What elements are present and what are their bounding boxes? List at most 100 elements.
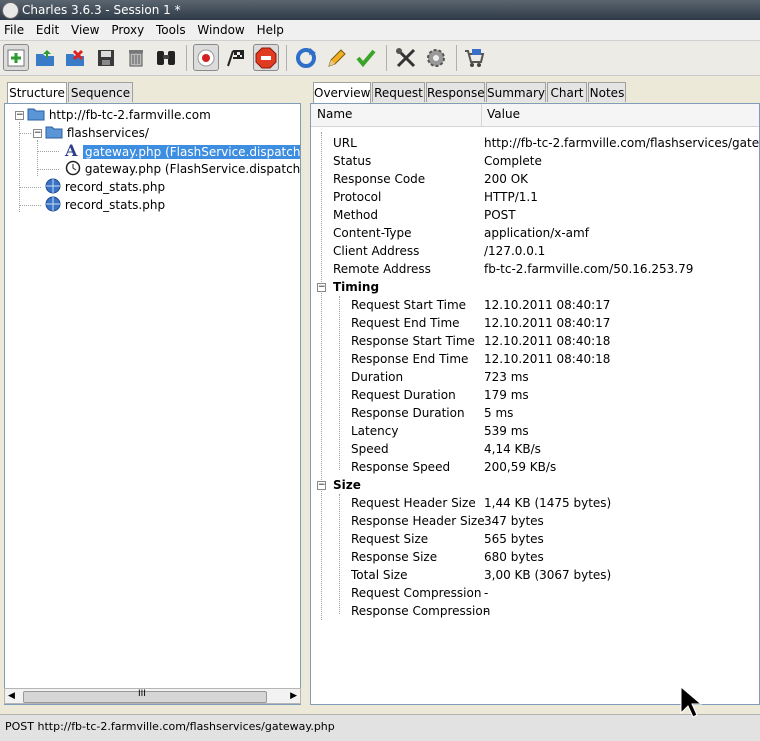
toolbar-separator (286, 45, 287, 71)
table-row[interactable]: Response Compression - (311, 602, 759, 620)
group-row-size[interactable]: Size (311, 476, 759, 494)
menu-view[interactable]: View (67, 20, 103, 40)
table-row[interactable]: Request Header Size 1,44 KB (1475 bytes) (311, 494, 759, 512)
table-row[interactable]: Request End Time 12.10.2011 08:40:17 (311, 314, 759, 332)
find-button[interactable] (153, 44, 179, 71)
save-icon (98, 49, 114, 66)
table-row[interactable]: Content-Type application/x-amf (311, 224, 759, 242)
row-value: 723 ms (484, 370, 529, 384)
tree-collapse-toggle[interactable]: − (33, 129, 42, 138)
row-name: Content-Type (333, 226, 412, 240)
scroll-right-arrow-icon[interactable]: ▶ (290, 689, 297, 703)
toolbar (0, 41, 760, 76)
new-session-button[interactable] (3, 44, 29, 71)
throttle-button[interactable] (223, 44, 249, 71)
menu-window[interactable]: Window (193, 20, 248, 40)
settings-button[interactable] (423, 44, 449, 71)
row-value: application/x-amf (484, 226, 589, 240)
table-row[interactable]: Response Start Time 12.10.2011 08:40:18 (311, 332, 759, 350)
table-row[interactable]: Response Code 200 OK (311, 170, 759, 188)
row-name: Response End Time (351, 352, 469, 366)
text-icon: A (65, 141, 78, 160)
tab-chart[interactable]: Chart (547, 82, 587, 102)
shopping-cart-button[interactable] (461, 44, 487, 71)
tree-guide (19, 133, 31, 134)
row-value: 179 ms (484, 388, 529, 402)
table-row[interactable]: Duration 723 ms (311, 368, 759, 386)
table-row[interactable]: Response Duration 5 ms (311, 404, 759, 422)
menu-proxy[interactable]: Proxy (107, 20, 148, 40)
table-row[interactable]: Request Compression - (311, 584, 759, 602)
toolbar-separator (456, 45, 457, 71)
table-row[interactable]: Response Speed 200,59 KB/s (311, 458, 759, 476)
tree-item-record-stats[interactable]: record_stats.php (45, 178, 165, 196)
tree-host-node[interactable]: http://fb-tc-2.farmville.com (27, 106, 211, 124)
tab-overview[interactable]: Overview (313, 82, 371, 103)
tree-guide (19, 122, 20, 212)
row-name: Response Header Size (351, 514, 485, 528)
validate-button[interactable] (353, 44, 379, 71)
tree-item-gateway-selected[interactable]: Agateway.php (FlashService.dispatchBatch… (65, 141, 300, 160)
repeat-button[interactable] (293, 44, 319, 71)
table-row[interactable]: Method POST (311, 206, 759, 224)
row-name: Response Compression (351, 604, 491, 618)
group-row-timing[interactable]: Timing (311, 278, 759, 296)
tree-collapse-toggle[interactable]: − (15, 111, 24, 120)
tools-button[interactable] (393, 44, 419, 71)
row-name: Response Duration (351, 406, 465, 420)
tree-host-label: http://fb-tc-2.farmville.com (48, 108, 211, 122)
column-header-value[interactable]: Value (487, 107, 520, 121)
row-value: 200,59 KB/s (484, 460, 557, 474)
menu-file[interactable]: File (0, 20, 28, 40)
clock-icon (65, 160, 81, 176)
table-row[interactable]: Request Size 565 bytes (311, 530, 759, 548)
table-row[interactable]: Request Start Time 12.10.2011 08:40:17 (311, 296, 759, 314)
open-button[interactable] (33, 44, 59, 71)
row-name: Response Start Time (351, 334, 475, 348)
menu-tools[interactable]: Tools (152, 20, 190, 40)
table-row[interactable]: Status Complete (311, 152, 759, 170)
tree-horizontal-scrollbar[interactable]: ◀ III ▶ (4, 688, 301, 704)
menu-help[interactable]: Help (253, 20, 288, 40)
open-icon (36, 49, 54, 66)
tree-item-record-stats[interactable]: record_stats.php (45, 196, 165, 214)
clear-button[interactable] (123, 44, 149, 71)
scrollbar-thumb[interactable]: III (23, 689, 267, 703)
shopping-cart-icon (465, 48, 485, 67)
row-name: Protocol (333, 190, 382, 204)
column-header-name[interactable]: Name (317, 107, 352, 121)
row-name: Request Size (351, 532, 429, 546)
edit-button[interactable] (323, 44, 349, 71)
table-row[interactable]: Total Size 3,00 KB (3067 bytes) (311, 566, 759, 584)
table-row[interactable]: Response Header Size 347 bytes (311, 512, 759, 530)
breakpoints-button[interactable] (253, 44, 279, 71)
menu-edit[interactable]: Edit (32, 20, 63, 40)
table-row[interactable]: URL http://fb-tc-2.farmville.com/flashser… (311, 134, 759, 152)
new-session-icon (7, 49, 25, 66)
row-name: Response Size (351, 550, 438, 564)
table-row[interactable]: Client Address/127.0.0.1 (311, 242, 759, 260)
row-value: - (484, 604, 489, 618)
tab-request[interactable]: Request (372, 82, 425, 102)
scroll-left-arrow-icon[interactable]: ◀ (8, 689, 15, 703)
tree-folder-node[interactable]: flashservices/ (45, 124, 149, 142)
close-session-button[interactable] (63, 44, 89, 71)
tree-item-gateway[interactable]: gateway.php (FlashService.dispatchBatch) (65, 160, 300, 178)
tab-summary[interactable]: Summary (486, 82, 546, 102)
table-row[interactable]: Response End Time 12.10.2011 08:40:18 (311, 350, 759, 368)
table-row[interactable]: Protocol HTTP/1.1 (311, 188, 759, 206)
table-row[interactable]: Remote Address fb-tc-2.farmville.com/50.1… (311, 260, 759, 278)
structure-tree: − http://fb-tc-2.farmville.com − flashse… (4, 103, 301, 705)
column-divider[interactable] (481, 104, 482, 126)
table-row[interactable]: Latency 539 ms (311, 422, 759, 440)
tab-notes[interactable]: Notes (588, 82, 626, 102)
tab-structure[interactable]: Structure (7, 82, 67, 103)
table-row[interactable]: Speed 4,14 KB/s (311, 440, 759, 458)
save-button[interactable] (93, 44, 119, 71)
tab-sequence[interactable]: Sequence (68, 82, 133, 102)
table-row[interactable]: Response Size 680 bytes (311, 548, 759, 566)
record-icon (197, 49, 215, 66)
table-row[interactable]: Request Duration 179 ms (311, 386, 759, 404)
tab-response[interactable]: Response (426, 82, 485, 102)
record-button[interactable] (193, 44, 219, 71)
